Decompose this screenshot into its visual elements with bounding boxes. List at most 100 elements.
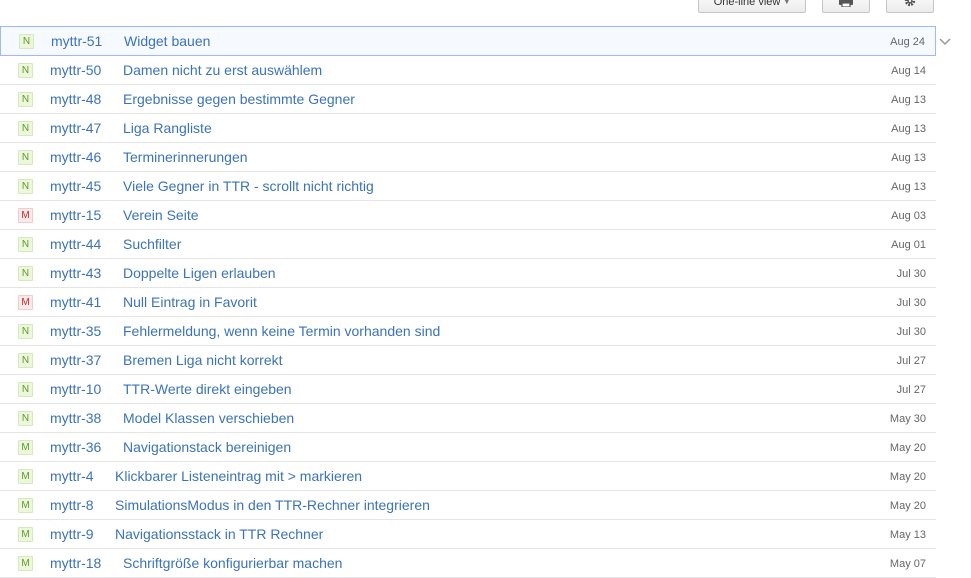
print-button[interactable] <box>822 0 870 13</box>
issue-type-badge: M <box>18 208 33 223</box>
issue-key-link[interactable]: myttr-15 <box>50 207 101 223</box>
settings-button[interactable] <box>886 0 934 13</box>
issue-row[interactable]: Nmyttr-50 Damen nicht zu erst auswählem Au… <box>0 56 936 85</box>
issue-title-link[interactable]: Null Eintrag in Favorit <box>123 294 257 310</box>
chevron-down-icon[interactable] <box>938 34 952 46</box>
printer-icon <box>823 0 869 7</box>
caret-down-icon: ▼ <box>783 0 791 6</box>
issue-row[interactable]: Nmyttr-45 Viele Gegner in TTR - scrollt n… <box>0 172 936 201</box>
view-mode-dropdown[interactable]: One-line view ▼ <box>698 0 806 13</box>
issue-type-badge: N <box>18 92 33 107</box>
issue-title-link[interactable]: Ergebnisse gegen bestimmte Gegner <box>123 91 355 107</box>
issue-key-link[interactable]: myttr-47 <box>50 120 101 136</box>
issue-date: Aug 13 <box>891 181 926 193</box>
issue-title-link[interactable]: Doppelte Ligen erlauben <box>123 265 276 281</box>
issue-title-link[interactable]: Damen nicht zu erst auswählem <box>123 62 322 78</box>
issue-row[interactable]: Nmyttr-48 Ergebnisse gegen bestimmte Gegn… <box>0 85 936 114</box>
issue-type-badge: M <box>18 527 33 542</box>
issue-type-badge: N <box>18 353 33 368</box>
issue-type-badge: N <box>18 266 33 281</box>
issue-date: Aug 03 <box>891 210 926 222</box>
view-mode-label: One-line view <box>713 0 781 8</box>
issue-row[interactable]: Nmyttr-46 Terminerinnerungen Aug 13 <box>0 143 936 172</box>
issue-key-link[interactable]: myttr-18 <box>50 555 101 571</box>
issue-date: May 13 <box>889 529 926 541</box>
issue-row[interactable]: Nmyttr-10 TTR-Werte direkt eingeben Jul 27 <box>0 375 936 404</box>
issue-row[interactable]: Mmyttr-15 Verein Seite Aug 03 <box>0 201 936 230</box>
issue-key-link[interactable]: myttr-46 <box>50 149 101 165</box>
issue-date: May 20 <box>889 471 926 483</box>
issue-title-link[interactable]: Fehlermeldung, wenn keine Termin vorhand… <box>123 323 440 339</box>
issue-type-badge: N <box>18 63 33 78</box>
issue-date: May 07 <box>889 558 926 570</box>
issue-title-link[interactable]: Navigationstack bereinigen <box>123 439 291 455</box>
issue-title-link[interactable]: Widget bauen <box>124 33 210 49</box>
issue-key-link[interactable]: myttr-37 <box>50 352 101 368</box>
issue-title-link[interactable]: Verein Seite <box>123 207 199 223</box>
issue-type-badge: N <box>18 237 33 252</box>
issue-date: Aug 13 <box>891 123 926 135</box>
issue-type-badge: M <box>18 469 33 484</box>
issue-key-link[interactable]: myttr-35 <box>50 323 101 339</box>
issue-type-badge: N <box>18 382 33 397</box>
issue-list: Nmyttr-51 Widget bauen Aug 24 Nmyttr-50 Dame… <box>0 26 936 578</box>
issue-row[interactable]: Mmyttr-9 Navigationsstack in TTR Rechner M… <box>0 520 936 549</box>
issue-type-badge: M <box>18 498 33 513</box>
issue-title-link[interactable]: Suchfilter <box>123 236 181 252</box>
issue-key-link[interactable]: myttr-8 <box>50 497 94 513</box>
issue-title-link[interactable]: Navigationsstack in TTR Rechner <box>115 526 323 542</box>
issue-key-link[interactable]: myttr-44 <box>50 236 101 252</box>
issue-title-link[interactable]: Schriftgröße konfigurierbar machen <box>123 555 342 571</box>
issue-title-link[interactable]: Viele Gegner in TTR - scrollt nicht rich… <box>123 178 374 194</box>
issue-title-link[interactable]: Bremen Liga nicht korrekt <box>123 352 283 368</box>
issue-row[interactable]: Mmyttr-8 SimulationsModus in den TTR-Rech… <box>0 491 936 520</box>
issue-type-badge: M <box>18 295 33 310</box>
issue-key-link[interactable]: myttr-45 <box>50 178 101 194</box>
issue-date: Aug 14 <box>891 65 926 77</box>
issue-key-link[interactable]: myttr-10 <box>50 381 101 397</box>
issue-row[interactable]: Nmyttr-35 Fehlermeldung, wenn keine Termi… <box>0 317 936 346</box>
issue-key-link[interactable]: myttr-50 <box>50 62 101 78</box>
issue-date: Jul 30 <box>896 297 926 309</box>
issue-title-link[interactable]: Terminerinnerungen <box>123 149 248 165</box>
issue-title-link[interactable]: Model Klassen verschieben <box>123 410 294 426</box>
issue-title-link[interactable]: Liga Rangliste <box>123 120 212 136</box>
gear-icon <box>887 0 933 7</box>
issue-type-badge: N <box>18 179 33 194</box>
issue-date: Jul 30 <box>896 326 926 338</box>
issue-title-link[interactable]: SimulationsModus in den TTR-Rechner inte… <box>115 497 430 513</box>
issue-key-link[interactable]: myttr-48 <box>50 91 101 107</box>
issue-type-badge: M <box>18 556 33 571</box>
issue-title-link[interactable]: Klickbarer Listeneintrag mit > markieren <box>115 468 362 484</box>
issue-row[interactable]: Nmyttr-38 Model Klassen verschieben May 30 <box>0 404 936 433</box>
issue-key-link[interactable]: myttr-43 <box>50 265 101 281</box>
issue-date: Aug 13 <box>891 94 926 106</box>
toolbar: One-line view ▼ <box>0 0 971 24</box>
issue-date: Jul 27 <box>896 384 926 396</box>
issue-key-link[interactable]: myttr-51 <box>51 33 102 49</box>
issue-date: Aug 01 <box>891 239 926 251</box>
issue-key-link[interactable]: myttr-38 <box>50 410 101 426</box>
issue-date: Jul 27 <box>896 355 926 367</box>
issue-row[interactable]: Mmyttr-41 Null Eintrag in Favorit Jul 30 <box>0 288 936 317</box>
issue-date: May 20 <box>889 442 926 454</box>
issue-key-link[interactable]: myttr-9 <box>50 526 94 542</box>
issue-row[interactable]: Nmyttr-43 Doppelte Ligen erlauben Jul 30 <box>0 259 936 288</box>
issue-title-link[interactable]: TTR-Werte direkt eingeben <box>123 381 292 397</box>
issue-row[interactable]: Nmyttr-47 Liga Rangliste Aug 13 <box>0 114 936 143</box>
issue-row[interactable]: Mmyttr-18 Schriftgröße konfigurierbar mac… <box>0 549 936 578</box>
issue-key-link[interactable]: myttr-41 <box>50 294 101 310</box>
issue-key-link[interactable]: myttr-36 <box>50 439 101 455</box>
issue-row[interactable]: Nmyttr-37 Bremen Liga nicht korrekt Jul 27 <box>0 346 936 375</box>
issue-date: Aug 24 <box>890 36 925 48</box>
issue-date: Jul 30 <box>896 268 926 280</box>
issue-date: May 30 <box>889 413 926 425</box>
issue-type-badge: N <box>18 150 33 165</box>
issue-type-badge: M <box>18 440 33 455</box>
issue-row[interactable]: Nmyttr-44 Suchfilter Aug 01 <box>0 230 936 259</box>
issue-row[interactable]: Nmyttr-51 Widget bauen Aug 24 <box>0 26 936 56</box>
issue-type-badge: N <box>18 324 33 339</box>
issue-key-link[interactable]: myttr-4 <box>50 468 94 484</box>
issue-row[interactable]: Mmyttr-36 Navigationstack bereinigen May 2… <box>0 433 936 462</box>
issue-row[interactable]: Mmyttr-4 Klickbarer Listeneintrag mit > m… <box>0 462 936 491</box>
